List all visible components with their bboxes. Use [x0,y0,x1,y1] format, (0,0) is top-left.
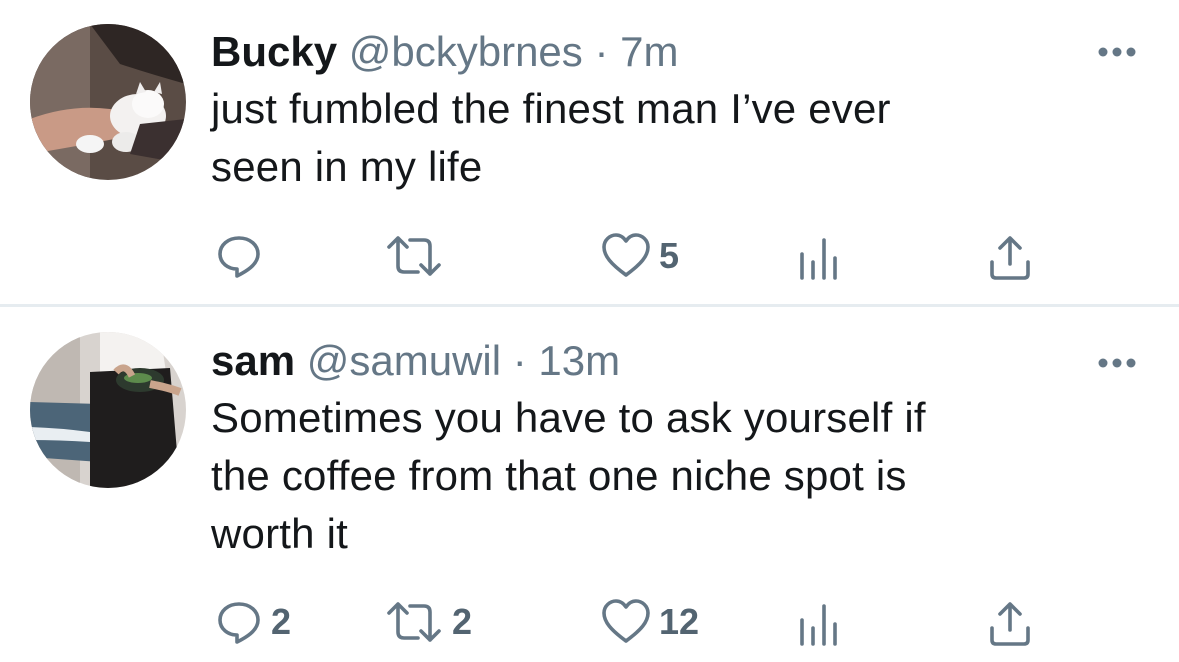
more-options-button[interactable] [1095,42,1139,62]
tweet-text: Sometimes you have to ask yourself if th… [211,389,1111,563]
like-button[interactable]: 12 [601,592,699,652]
share-button[interactable] [988,226,1032,286]
avatar[interactable] [30,332,186,488]
avatar-photo [30,24,186,180]
analytics-button[interactable] [798,226,840,286]
heart-icon [602,599,650,643]
heart-icon [602,233,650,277]
retweet-icon [387,236,441,276]
avatar-photo [30,332,186,488]
timestamp[interactable]: 7m [620,28,678,75]
like-count: 5 [659,235,680,276]
tweet-text-line: Sometimes you have to ask yourself if [211,394,926,441]
timestamp[interactable]: 13m [538,337,620,384]
tweet-actions: 2 2 12 [0,592,1179,652]
tweet-text-line: worth it [211,510,348,557]
analytics-icon [800,604,837,646]
more-options-icon [1098,358,1136,368]
reply-button[interactable] [215,226,271,286]
tweet-text-line: the coffee from that one niche spot is [211,452,907,499]
reply-icon [218,602,260,644]
share-button[interactable] [988,592,1032,652]
tweet-text: just fumbled the finest man I’ve ever se… [211,80,1111,196]
tweet-header: Bucky @bckybrnes · 7m [211,26,679,78]
like-button[interactable]: 5 [601,226,679,286]
reply-icon [218,236,260,278]
user-handle[interactable]: @samuwil [307,337,501,384]
separator-dot: · [512,337,527,384]
retweet-button[interactable]: 2 [384,592,472,652]
separator-dot: · [594,28,609,75]
analytics-button[interactable] [798,592,840,652]
tweet-text-line: seen in my life [211,143,483,190]
more-options-button[interactable] [1095,353,1139,373]
tweet-bucky[interactable]: Bucky @bckybrnes · 7m just fumbled the f… [0,0,1179,305]
display-name[interactable]: Bucky [211,28,337,75]
tweet-sam[interactable]: sam @samuwil · 13m Sometimes you have to… [0,307,1179,662]
tweet-text-line: just fumbled the finest man I’ve ever [211,85,891,132]
like-count: 12 [659,601,700,642]
reply-button[interactable]: 2 [215,592,291,652]
retweet-count: 2 [452,601,473,642]
share-icon [990,602,1030,646]
share-icon [990,236,1030,280]
user-handle[interactable]: @bckybrnes [349,28,583,75]
tweet-header: sam @samuwil · 13m [211,335,620,387]
retweet-button[interactable] [384,226,452,286]
reply-count: 2 [271,601,292,642]
tweet-actions: 5 [0,226,1179,286]
display-name[interactable]: sam [211,337,295,384]
retweet-icon [387,602,441,642]
analytics-icon [800,238,837,280]
avatar[interactable] [30,24,186,180]
more-options-icon [1098,47,1136,57]
